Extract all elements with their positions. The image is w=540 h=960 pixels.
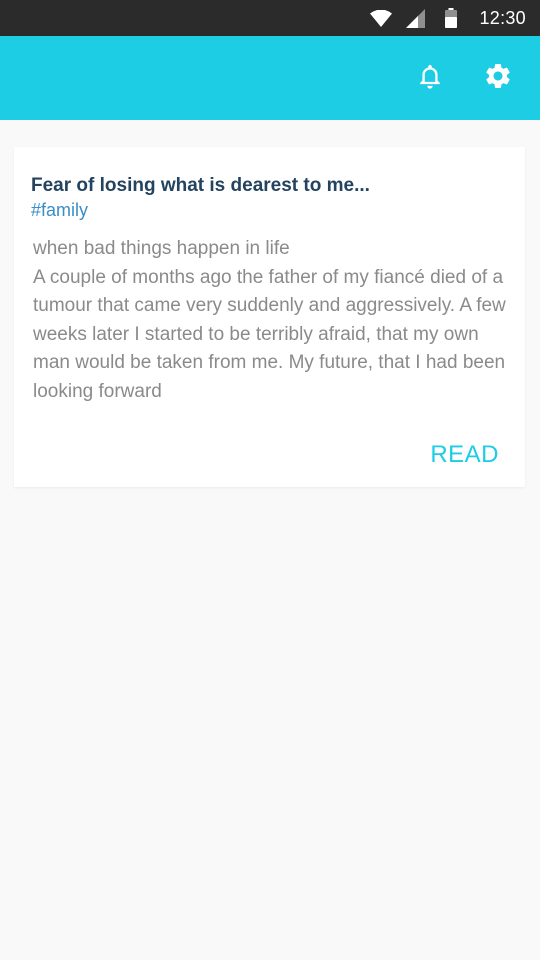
read-button[interactable]: READ (430, 441, 499, 469)
gear-icon (483, 61, 513, 96)
wifi-icon (370, 9, 393, 27)
post-excerpt: when bad things happen in life A couple … (33, 238, 506, 402)
post-tag[interactable]: #family (31, 200, 88, 221)
notifications-button[interactable] (410, 58, 450, 98)
post-title[interactable]: Fear of losing what is dearest to me... (31, 175, 370, 197)
post-card[interactable]: Fear of losing what is dearest to me... … (14, 147, 525, 487)
signal-icon (406, 8, 426, 28)
status-time: 12:30 (479, 7, 526, 28)
status-icons: 12:30 (370, 0, 526, 36)
status-bar: 12:30 (0, 0, 540, 36)
bell-icon (416, 62, 444, 95)
settings-button[interactable] (478, 58, 518, 98)
battery-icon (445, 8, 458, 28)
app-bar (0, 36, 540, 120)
